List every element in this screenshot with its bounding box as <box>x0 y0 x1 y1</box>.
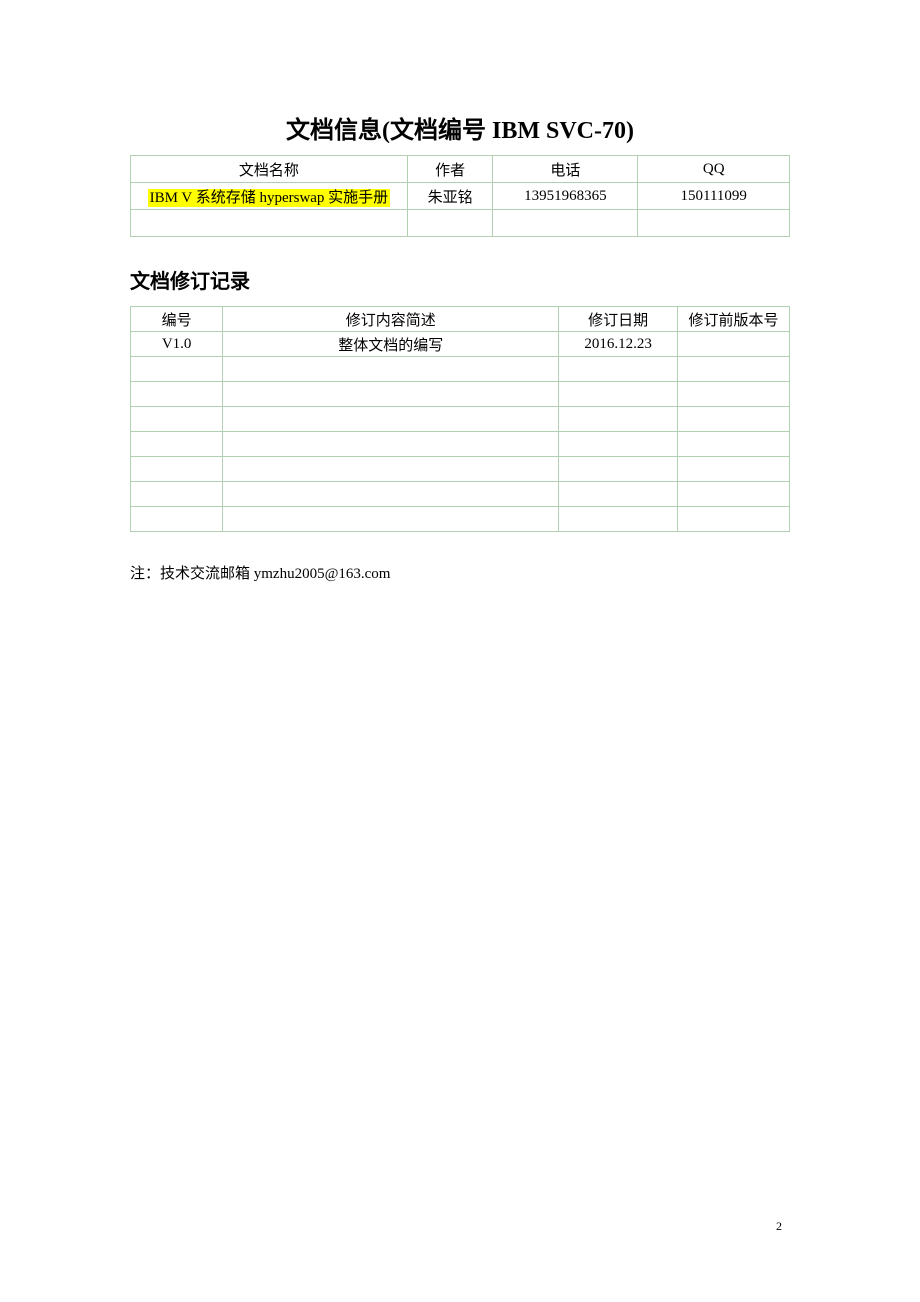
cell-rev-desc <box>223 382 559 407</box>
cell-rev-date <box>559 382 678 407</box>
table-row: IBM V 系统存储 hyperswap 实施手册 朱亚铭 1395196836… <box>131 183 790 210</box>
cell-rev-desc <box>223 407 559 432</box>
page-number: 2 <box>776 1219 782 1234</box>
table-row <box>131 382 790 407</box>
cell-doc-name <box>131 210 408 237</box>
table-row <box>131 357 790 382</box>
cell-rev-prev <box>677 507 789 532</box>
page-content: 文档信息(文档编号 IBM SVC-70) 文档名称 作者 电话 QQ IBM … <box>0 0 920 583</box>
cell-rev-date <box>559 357 678 382</box>
revision-title: 文档修订记录 <box>130 265 790 294</box>
table-row <box>131 432 790 457</box>
cell-rev-date <box>559 432 678 457</box>
cell-rev-prev <box>677 457 789 482</box>
cell-rev-date: 2016.12.23 <box>559 332 678 357</box>
table-header-row: 文档名称 作者 电话 QQ <box>131 156 790 183</box>
cell-rev-desc <box>223 457 559 482</box>
cell-rev-id <box>131 507 223 532</box>
cell-rev-id <box>131 382 223 407</box>
document-title: 文档信息(文档编号 IBM SVC-70) <box>130 110 790 145</box>
cell-rev-date <box>559 457 678 482</box>
table-row <box>131 407 790 432</box>
header-doc-name: 文档名称 <box>131 156 408 183</box>
revision-table: 编号 修订内容简述 修订日期 修订前版本号 V1.0 整体文档的编写 2016.… <box>130 306 790 532</box>
cell-rev-prev <box>677 432 789 457</box>
header-qq: QQ <box>638 156 790 183</box>
cell-rev-prev <box>677 382 789 407</box>
cell-rev-prev <box>677 482 789 507</box>
header-phone: 电话 <box>493 156 638 183</box>
cell-author <box>407 210 493 237</box>
cell-rev-id <box>131 482 223 507</box>
cell-qq: 150111099 <box>638 183 790 210</box>
cell-rev-date <box>559 407 678 432</box>
cell-doc-name: IBM V 系统存储 hyperswap 实施手册 <box>131 183 408 210</box>
cell-rev-id: V1.0 <box>131 332 223 357</box>
cell-author: 朱亚铭 <box>407 183 493 210</box>
header-rev-prev: 修订前版本号 <box>677 307 789 332</box>
cell-rev-id <box>131 407 223 432</box>
cell-rev-date <box>559 482 678 507</box>
table-row <box>131 507 790 532</box>
cell-rev-id <box>131 432 223 457</box>
cell-rev-id <box>131 357 223 382</box>
cell-rev-desc <box>223 507 559 532</box>
table-header-row: 编号 修订内容简述 修订日期 修订前版本号 <box>131 307 790 332</box>
table-row <box>131 482 790 507</box>
header-rev-date: 修订日期 <box>559 307 678 332</box>
header-author: 作者 <box>407 156 493 183</box>
header-rev-desc: 修订内容简述 <box>223 307 559 332</box>
cell-rev-desc <box>223 357 559 382</box>
highlighted-text: IBM V 系统存储 hyperswap 实施手册 <box>148 189 391 207</box>
cell-rev-prev <box>677 407 789 432</box>
table-row: V1.0 整体文档的编写 2016.12.23 <box>131 332 790 357</box>
cell-rev-prev <box>677 357 789 382</box>
header-rev-id: 编号 <box>131 307 223 332</box>
cell-qq <box>638 210 790 237</box>
cell-rev-id <box>131 457 223 482</box>
table-row <box>131 210 790 237</box>
footer-note: 注：技术交流邮箱 ymzhu2005@163.com <box>130 562 790 583</box>
cell-rev-desc <box>223 482 559 507</box>
cell-rev-desc <box>223 432 559 457</box>
document-info-table: 文档名称 作者 电话 QQ IBM V 系统存储 hyperswap 实施手册 … <box>130 155 790 237</box>
cell-rev-desc: 整体文档的编写 <box>223 332 559 357</box>
cell-rev-prev <box>677 332 789 357</box>
cell-rev-date <box>559 507 678 532</box>
cell-phone <box>493 210 638 237</box>
table-row <box>131 457 790 482</box>
cell-phone: 13951968365 <box>493 183 638 210</box>
